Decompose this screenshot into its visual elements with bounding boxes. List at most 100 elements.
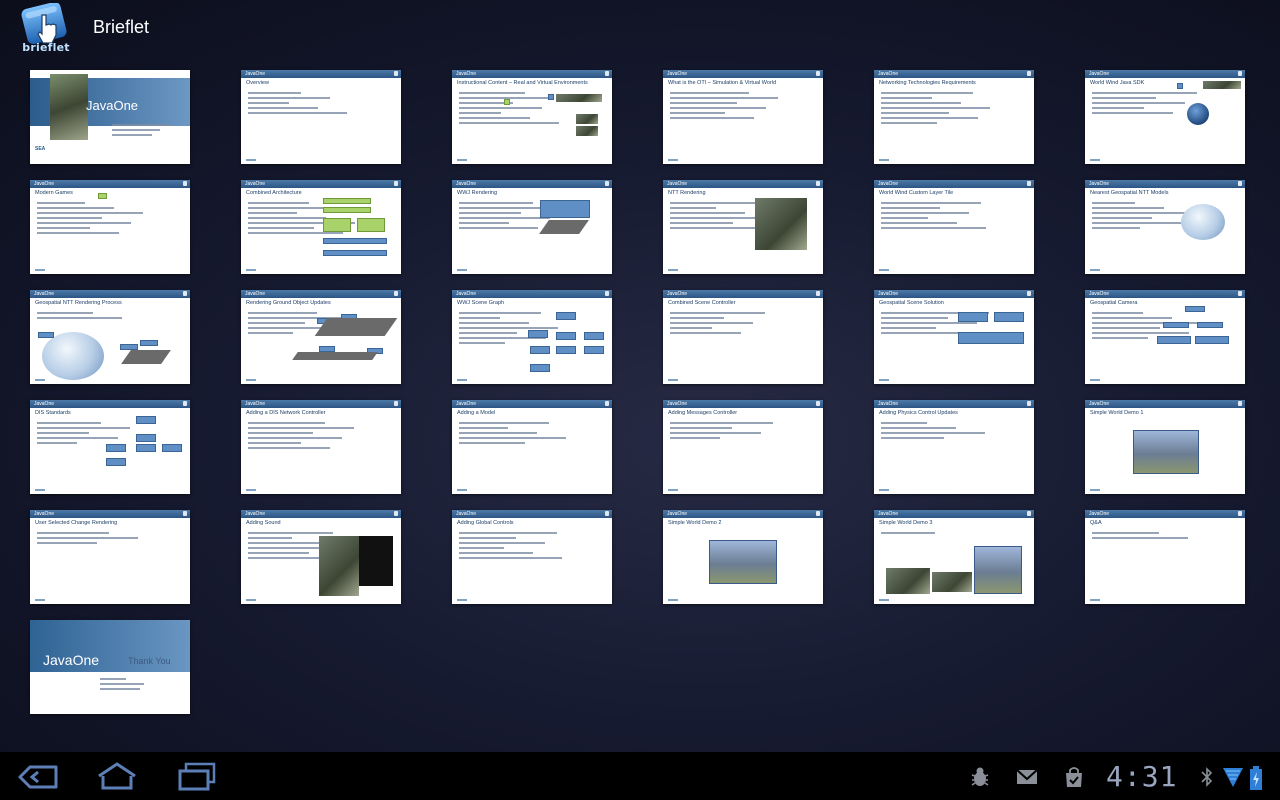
slide-footer-logo (879, 599, 889, 601)
slide-footer-logo (246, 379, 256, 381)
java-cup-icon (394, 511, 398, 516)
slide-thumbnail[interactable]: JavaOne Adding Physics Control Updates (874, 400, 1034, 494)
slide-title: Simple World Demo 3 (879, 520, 933, 526)
market-bag-icon[interactable] (1063, 766, 1085, 788)
slide-header-bar: JavaOne (663, 180, 823, 188)
slide-figure (140, 340, 158, 346)
slide-thumbnail[interactable]: JavaOne Simple World Demo 2 (663, 510, 823, 604)
slide-title: Simple World Demo 2 (668, 520, 722, 526)
gmail-icon[interactable] (1016, 766, 1038, 788)
slide-figure (323, 198, 371, 204)
slide-footer-logo (668, 489, 678, 491)
slide-thumbnail[interactable]: JavaOne SEA (30, 70, 190, 164)
slide-thumbnail[interactable]: JavaOne WWJ Rendering (452, 180, 612, 274)
slide-header-bar: JavaOne (241, 400, 401, 408)
java-cup-icon (1027, 291, 1031, 296)
slide-header-bar: JavaOne (241, 70, 401, 78)
slide-header-bar: JavaOne (663, 510, 823, 518)
slide-thumbnail[interactable]: JavaOne Adding a Model (452, 400, 612, 494)
slide-thumbnail[interactable]: JavaOne Adding Messages Controller (663, 400, 823, 494)
slide-footer-logo (457, 599, 467, 601)
slide-thumbnail[interactable]: JavaOne WWJ Scene Graph (452, 290, 612, 384)
slide-figure (958, 332, 1024, 344)
java-cup-icon (605, 401, 609, 406)
slide-header-logo: JavaOne (1089, 71, 1110, 77)
slide-thumbnail[interactable]: JavaOne DIS Standards (30, 400, 190, 494)
slide-header-bar: JavaOne (30, 290, 190, 298)
slide-footer-logo (457, 269, 467, 271)
slide-thumbnail[interactable]: JavaOne User Selected Change Rendering (30, 510, 190, 604)
cover-subtitle-lines (112, 124, 178, 139)
java-cup-icon (605, 291, 609, 296)
slide-footer-logo (1090, 159, 1100, 161)
slide-bullets (1092, 312, 1212, 342)
slide-thumbnail[interactable]: JavaOne What is the OTI – Simulation & Vi… (663, 70, 823, 164)
slide-header-logo: JavaOne (34, 511, 55, 517)
slide-footer-logo (35, 269, 45, 271)
slide-header-logo: JavaOne (878, 401, 899, 407)
slide-thumbnail[interactable]: JavaOne NTT Rendering (663, 180, 823, 274)
slide-figure (323, 250, 387, 256)
slide-header-bar: JavaOne (874, 290, 1034, 298)
slide-title: Combined Architecture (246, 190, 302, 196)
slide-bullets (670, 312, 790, 337)
slide-figure (323, 238, 387, 244)
slide-thumbnail[interactable]: JavaOne Overview (241, 70, 401, 164)
java-cup-icon (394, 181, 398, 186)
cover-photo (50, 74, 88, 140)
slide-thumbnail[interactable]: JavaOne Adding Global Controls (452, 510, 612, 604)
slide-title: User Selected Change Rendering (35, 520, 118, 526)
slide-title: Geospatial Scene Solution (879, 300, 944, 306)
java-cup-icon (1238, 511, 1242, 516)
slide-bullets (881, 202, 1001, 232)
slide-thumbnail[interactable]: JavaOne Instructional Content – Real and … (452, 70, 612, 164)
slide-thumbnail[interactable]: JavaOne Combined Scene Controller (663, 290, 823, 384)
slide-header-logo: JavaOne (245, 511, 266, 517)
slide-bullets (37, 202, 157, 237)
slide-thumbnail[interactable]: JavaOne Geospatial NTT Rendering Process (30, 290, 190, 384)
slide-figure (556, 346, 576, 354)
slide-figure (548, 94, 554, 100)
slide-thumbnail[interactable]: JavaOne Adding Sound (241, 510, 401, 604)
slide-title: Q&A (1090, 520, 1102, 526)
slide-thumbnail[interactable]: JavaOne Modern Games (30, 180, 190, 274)
slide-header-bar: JavaOne (663, 290, 823, 298)
slide-thumbnail[interactable]: JavaOne Networking Technologies Requireme… (874, 70, 1034, 164)
slide-header-logo: JavaOne (878, 71, 899, 77)
slide-thumbnail[interactable]: JavaOne Geospatial Scene Solution (874, 290, 1034, 384)
slide-header-bar: JavaOne (241, 510, 401, 518)
slide-thumbnail[interactable]: JavaOne World Wind Java SDK (1085, 70, 1245, 164)
slide-header-logo: JavaOne (1089, 511, 1110, 517)
home-icon[interactable] (95, 762, 139, 792)
slide-thumbnail[interactable]: JavaOne Thank You (30, 620, 190, 714)
slide-figure (755, 198, 807, 250)
slide-thumbnail[interactable]: JavaOne Q&A (1085, 510, 1245, 604)
slide-footer-logo (35, 379, 45, 381)
slide-title: Adding Global Controls (457, 520, 514, 526)
slide-header-bar: JavaOne (874, 70, 1034, 78)
slide-footer-logo (1090, 269, 1100, 271)
slide-header-bar: JavaOne (241, 290, 401, 298)
slide-thumbnail[interactable]: JavaOne Combined Architecture (241, 180, 401, 274)
slide-thumbnail[interactable]: JavaOne Geospatial Camera (1085, 290, 1245, 384)
slide-figure (1203, 81, 1241, 89)
slide-header-bar: JavaOne (30, 180, 190, 188)
java-cup-icon (394, 291, 398, 296)
java-cup-icon (1238, 401, 1242, 406)
slide-header-logo: JavaOne (667, 181, 688, 187)
slide-thumbnail[interactable]: JavaOne Simple World Demo 1 (1085, 400, 1245, 494)
recent-apps-icon[interactable] (176, 762, 220, 792)
slide-thumbnail[interactable]: JavaOne Simple World Demo 3 (874, 510, 1034, 604)
app-title: Brieflet (93, 17, 150, 37)
java-cup-icon (816, 401, 820, 406)
slide-thumbnail[interactable]: JavaOne World Wind Custom Layer Tile (874, 180, 1034, 274)
slide-thumbnail[interactable]: JavaOne Nearest Geospatial NTT Models (1085, 180, 1245, 274)
slide-thumbnail[interactable]: JavaOne Adding a DIS Network Controller (241, 400, 401, 494)
slide-figure (136, 434, 156, 442)
slide-figure (1195, 336, 1229, 344)
debug-bug-icon[interactable] (969, 766, 991, 788)
slide-footer-logo (1090, 489, 1100, 491)
slide-thumbnail[interactable]: JavaOne Rendering Ground Object Updates (241, 290, 401, 384)
java-cup-icon (816, 511, 820, 516)
back-icon[interactable] (16, 762, 60, 792)
